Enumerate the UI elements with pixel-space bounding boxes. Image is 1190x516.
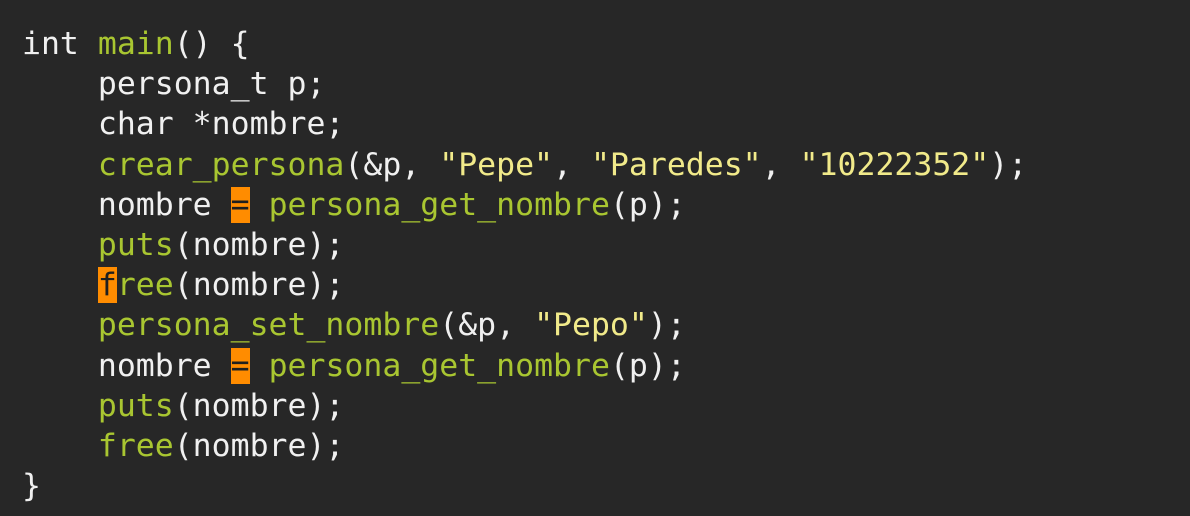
function-token: persona_get_nombre bbox=[268, 347, 610, 384]
code-line[interactable]: free(nombre); bbox=[22, 265, 1190, 305]
code-token: } bbox=[22, 468, 41, 505]
function-token: main bbox=[97, 26, 174, 62]
code-line[interactable]: crear_persona(&p, "Pepe", "Paredes", "10… bbox=[22, 145, 1190, 185]
code-token: nombre bbox=[22, 186, 231, 223]
highlighted-match-token: = bbox=[230, 347, 250, 384]
code-token: nombre bbox=[22, 347, 231, 384]
code-token: (p); bbox=[609, 186, 686, 223]
code-line[interactable]: nombre = persona_get_nombre(p); bbox=[22, 346, 1190, 386]
code-token: (nombre); bbox=[173, 226, 345, 263]
code-token: (&p, bbox=[344, 146, 440, 183]
code-token: persona_t p; bbox=[22, 66, 326, 103]
function-token: puts bbox=[97, 387, 174, 424]
code-line[interactable]: free(nombre); bbox=[22, 426, 1190, 466]
string-literal-token: "Pepo" bbox=[534, 307, 648, 344]
code-editor[interactable]: int main() { persona_t p; char *nombre; … bbox=[0, 0, 1190, 516]
code-token: , bbox=[553, 146, 591, 183]
code-token: char *nombre; bbox=[22, 106, 345, 143]
function-token: persona_set_nombre bbox=[97, 307, 440, 344]
code-token: (&p, bbox=[439, 307, 535, 344]
code-line[interactable]: persona_set_nombre(&p, "Pepo"); bbox=[22, 305, 1190, 345]
code-token: , bbox=[761, 146, 800, 183]
string-literal-token: "Pepe" bbox=[439, 146, 554, 183]
function-token: crear_persona bbox=[97, 146, 345, 183]
code-line[interactable]: persona_t p; bbox=[22, 64, 1190, 104]
string-literal-token: "10222352" bbox=[799, 146, 990, 183]
function-token: persona_get_nombre bbox=[268, 186, 610, 223]
string-literal-token: "Paredes" bbox=[590, 146, 762, 183]
code-token: (nombre); bbox=[173, 267, 345, 304]
highlighted-match-token: f bbox=[97, 267, 117, 304]
code-line[interactable]: int main() { bbox=[22, 24, 1190, 64]
code-line[interactable]: char *nombre; bbox=[22, 104, 1190, 144]
code-line[interactable]: puts(nombre); bbox=[22, 386, 1190, 426]
code-line[interactable]: nombre = persona_get_nombre(p); bbox=[22, 185, 1190, 225]
highlighted-match-token: = bbox=[230, 186, 250, 223]
function-token: ree bbox=[116, 267, 174, 304]
code-token: (nombre); bbox=[173, 427, 345, 464]
code-token: (p); bbox=[609, 347, 686, 384]
code-token: () { bbox=[173, 26, 250, 62]
code-token: ); bbox=[647, 307, 686, 344]
code-token: (nombre); bbox=[173, 387, 345, 424]
code-token: ); bbox=[989, 146, 1028, 183]
code-line[interactable]: puts(nombre); bbox=[22, 225, 1190, 265]
code-token: int bbox=[22, 26, 98, 62]
code-line[interactable]: } bbox=[22, 466, 1190, 506]
function-token: puts bbox=[97, 226, 174, 263]
function-token: free bbox=[97, 427, 174, 464]
